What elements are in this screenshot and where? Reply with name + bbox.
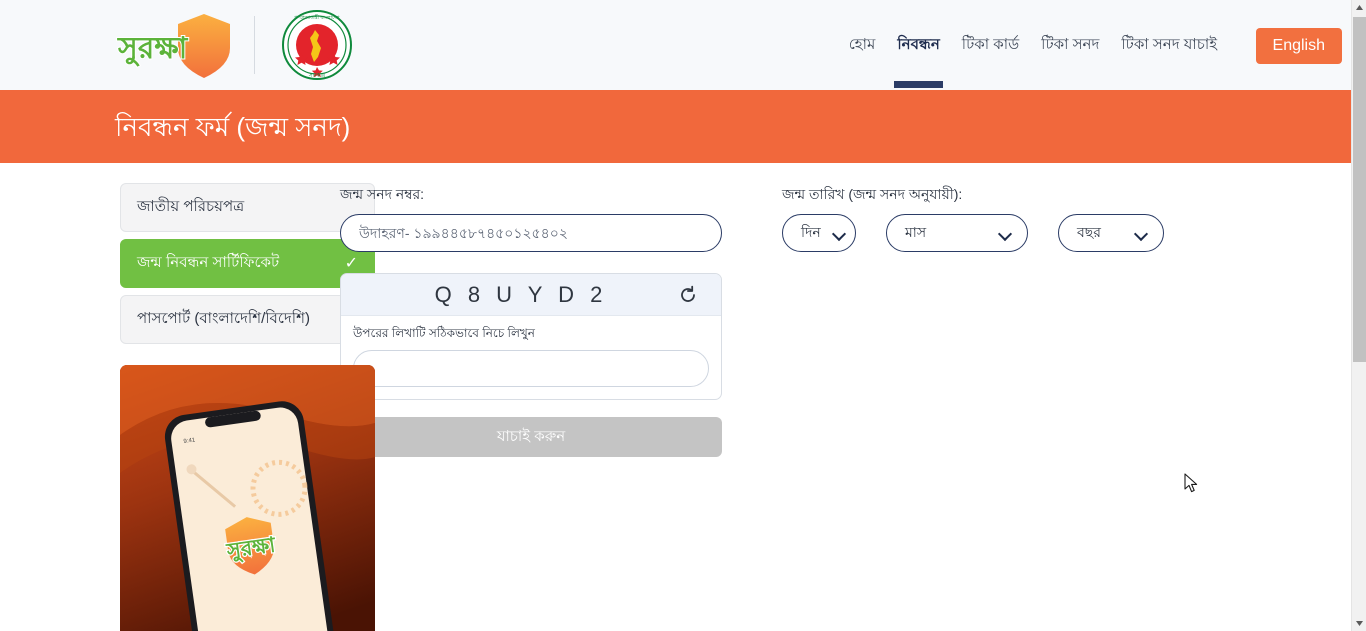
- date-of-birth-label: জন্ম তারিখ (জন্ম সনদ অনুযায়ী):: [782, 186, 963, 202]
- id-option-national-id[interactable]: জাতীয় পরিচয়পত্র: [120, 183, 375, 232]
- id-option-label: পাসপোর্ট (বাংলাদেশি/বিদেশি): [137, 310, 310, 327]
- svg-text:সরকার: সরকার: [308, 73, 326, 79]
- brand-block: সুরক্ষা গণপ্রজাতন্ত্রী বাংলাদেশ সরকার: [112, 8, 353, 82]
- id-type-sidebar: জাতীয় পরিচয়পত্র জন্ম নিবন্ধন সার্টিফিক…: [0, 183, 375, 631]
- captcha-header: Q 8 U Y D 2: [341, 274, 721, 316]
- certificate-number-input[interactable]: [340, 214, 722, 252]
- dob-year-value: বছর: [1077, 224, 1101, 240]
- dob-year-select[interactable]: বছর: [1058, 214, 1164, 252]
- svg-text:গণপ্রজাতন্ত্রী বাংলাদেশ: গণপ্রজাতন্ত্রী বাংলাদেশ: [294, 14, 340, 21]
- dob-month-select[interactable]: মাস: [886, 214, 1028, 252]
- captcha-code-text: Q 8 U Y D 2: [434, 281, 608, 307]
- captcha-body: উপরের লিখাটি সঠিকভাবে নিচে লিখুন: [341, 316, 721, 399]
- surokkha-app-promo-image: 9:41 সুরক্ষা: [120, 365, 375, 631]
- page-scrollbar[interactable]: [1351, 0, 1366, 631]
- svg-text:সুরক্ষা: সুরক্ষা: [117, 32, 189, 67]
- scrollbar-down-arrow-icon[interactable]: [1352, 616, 1366, 631]
- scrollbar-thumb[interactable]: [1353, 17, 1366, 362]
- refresh-icon[interactable]: [677, 284, 699, 306]
- certificate-number-label: জন্ম সনদ নম্বর:: [340, 186, 425, 202]
- id-option-birth-certificate[interactable]: জন্ম নিবন্ধন সার্টিফিকেট ✓: [120, 239, 375, 288]
- chevron-down-icon: [1136, 228, 1147, 239]
- page-title: নিবন্ধন ফর্ম (জন্ম সনদ): [115, 111, 351, 142]
- dob-day-select[interactable]: দিন: [782, 214, 856, 252]
- captcha-input[interactable]: [353, 350, 709, 387]
- nav-item-verify-certificate[interactable]: টিকা সনদ যাচাই: [1110, 30, 1228, 60]
- nav-item-home[interactable]: হোম: [838, 30, 887, 60]
- content-area: জাতীয় পরিচয়পত্র জন্ম নিবন্ধন সার্টিফিক…: [0, 163, 1366, 631]
- captcha-hint-text: উপরের লিখাটি সঠিকভাবে নিচে লিখুন: [353, 326, 535, 340]
- verify-submit-button[interactable]: যাচাই করুন: [340, 417, 722, 457]
- dob-day-value: দিন: [801, 224, 821, 240]
- dob-month-select-wrap: মাস: [886, 214, 1028, 252]
- date-of-birth-selectors: দিন মাস বছর: [782, 214, 1164, 252]
- nav-item-vaccine-card[interactable]: টিকা কার্ড: [951, 30, 1030, 60]
- chevron-down-icon: [834, 228, 845, 239]
- page-root: সুরক্ষা গণপ্রজাতন্ত্রী বাংলাদেশ সরকার হো…: [0, 0, 1366, 631]
- page-banner: নিবন্ধন ফর্ম (জন্ম সনদ): [0, 90, 1366, 163]
- nav-item-registration[interactable]: নিবন্ধন: [886, 30, 950, 88]
- dob-day-select-wrap: দিন: [782, 214, 856, 252]
- dob-year-select-wrap: বছর: [1058, 214, 1164, 252]
- id-option-label: জাতীয় পরিচয়পত্র: [137, 198, 245, 215]
- language-toggle-button[interactable]: English: [1255, 28, 1342, 64]
- brand-divider: [254, 16, 255, 74]
- captcha-container: Q 8 U Y D 2 উপরের লিখাটি সঠিকভাবে নিচে ল…: [340, 273, 722, 400]
- id-option-label: জন্ম নিবন্ধন সার্টিফিকেট: [137, 254, 280, 271]
- nav-item-vaccine-certificate[interactable]: টিকা সনদ: [1030, 30, 1110, 60]
- scrollbar-up-arrow-icon[interactable]: [1352, 0, 1366, 15]
- site-header: সুরক্ষা গণপ্রজাতন্ত্রী বাংলাদেশ সরকার হো…: [0, 0, 1366, 90]
- dob-month-value: মাস: [905, 224, 927, 240]
- surokkha-logo-icon[interactable]: সুরক্ষা: [112, 8, 240, 82]
- chevron-down-icon: [1000, 228, 1011, 239]
- registration-form: জন্ম সনদ নম্বর: Q 8 U Y D 2 উপরের: [340, 183, 1366, 631]
- form-column-left: জন্ম সনদ নম্বর: Q 8 U Y D 2 উপরের: [340, 184, 752, 631]
- id-option-passport[interactable]: পাসপোর্ট (বাংলাদেশি/বিদেশি): [120, 295, 375, 344]
- main-navigation: হোম নিবন্ধন টিকা কার্ড টিকা সনদ টিকা সনদ…: [838, 30, 1228, 88]
- form-column-right: জন্ম তারিখ (জন্ম সনদ অনুযায়ী): দিন মাস: [782, 184, 1164, 631]
- bangladesh-govt-seal-icon: গণপ্রজাতন্ত্রী বাংলাদেশ সরকার: [281, 9, 353, 81]
